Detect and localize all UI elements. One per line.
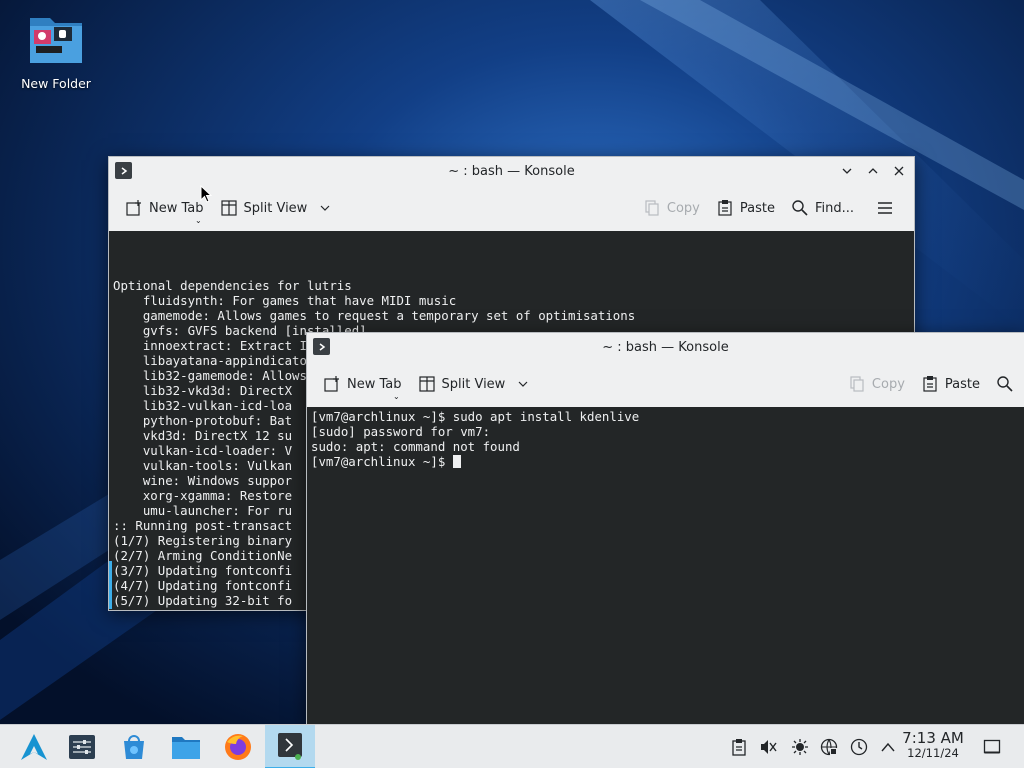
taskbar-app-konsole[interactable] (265, 725, 315, 768)
konsole-window-front[interactable]: ~ : bash — Konsole New Tab ⌄ Split View … (306, 332, 1024, 724)
firefox-icon (225, 734, 251, 760)
chevron-down-icon: ⌄ (393, 392, 400, 401)
terminal-cursor (452, 455, 461, 468)
dolphin-file-manager-icon (172, 737, 200, 759)
hamburger-menu-button[interactable] (870, 195, 900, 221)
chevron-down-icon: ⌄ (195, 216, 202, 225)
copy-icon (645, 200, 659, 216)
new-tab-label: New Tab (347, 376, 402, 392)
search-icon (792, 200, 808, 216)
paste-icon (923, 376, 937, 392)
close-button[interactable] (890, 162, 908, 180)
copy-button[interactable]: Copy (637, 195, 706, 221)
konsole-toolbar: New Tab ⌄ Split View Copy Paste (307, 361, 1024, 407)
show-desktop-icon (983, 739, 1001, 754)
tray-updates[interactable] (848, 737, 870, 757)
konsole-icon (115, 162, 132, 179)
split-view-label: Split View (441, 376, 506, 392)
paste-label: Paste (944, 376, 980, 392)
chevron-down-icon[interactable] (517, 378, 529, 390)
paste-button[interactable]: Paste (710, 195, 781, 221)
copy-button[interactable]: Copy (842, 371, 911, 397)
arch-linux-logo-icon (21, 734, 47, 760)
digital-clock[interactable]: 7:13 AM 12/11/24 (898, 731, 968, 761)
new-tab-button[interactable]: New Tab ⌄ (317, 371, 408, 401)
clipboard-icon (732, 739, 746, 756)
copy-label: Copy (666, 200, 700, 216)
tray-network[interactable] (818, 737, 840, 757)
konsole-toolbar: New Tab ⌄ Split View Copy Paste Find... (109, 185, 914, 231)
tray-expand[interactable] (877, 737, 899, 757)
split-view-button[interactable]: Split View (412, 371, 536, 397)
show-desktop-button[interactable] (981, 737, 1003, 757)
konsole-icon (278, 733, 302, 760)
split-view-button[interactable]: Split View (214, 195, 338, 221)
minimize-button[interactable] (838, 162, 856, 180)
terminal-prompt: [vm7@archlinux ~]$ (311, 454, 1020, 469)
tray-clipboard[interactable] (728, 737, 750, 757)
window-title: ~ : bash — Konsole (602, 339, 729, 355)
expand-tray-icon (881, 742, 895, 752)
volume-muted-icon (761, 740, 777, 754)
network-icon (820, 738, 838, 756)
taskbar-app-discover[interactable] (109, 725, 159, 768)
update-icon (850, 738, 868, 756)
paste-icon (718, 200, 732, 216)
taskbar-app-dolphin[interactable] (161, 725, 211, 768)
new-tab-icon (126, 200, 141, 216)
paste-label: Paste (739, 200, 775, 216)
discover-store-icon (124, 735, 144, 759)
mouse-pointer-icon (200, 185, 213, 203)
tray-volume[interactable] (757, 737, 779, 757)
paste-button[interactable]: Paste (915, 371, 986, 397)
maximize-button[interactable] (864, 162, 882, 180)
split-view-icon (220, 200, 237, 216)
application-launcher[interactable] (9, 725, 59, 768)
clock-time: 7:13 AM (902, 729, 964, 747)
hamburger-menu-icon (878, 202, 892, 214)
window-title: ~ : bash — Konsole (448, 163, 575, 179)
search-icon (997, 376, 1013, 392)
brightness-icon (792, 739, 808, 755)
copy-icon (850, 376, 864, 392)
desktop-icon-new-folder[interactable]: New Folder (16, 12, 96, 91)
clock-date: 12/11/24 (907, 746, 959, 760)
split-view-label: Split View (243, 200, 308, 216)
find-label: Find... (814, 200, 854, 216)
folder-icon (26, 12, 86, 68)
terminal-output[interactable]: [vm7@archlinux ~]$ sudo apt install kden… (307, 407, 1024, 724)
terminal-line: fluidsynth: For games that have MIDI mus… (113, 293, 457, 308)
copy-label: Copy (871, 376, 905, 392)
system-settings-icon (69, 735, 95, 759)
taskbar: 7:13 AM 12/11/24 (0, 724, 1024, 768)
terminal-line: sudo: apt: command not found (311, 439, 520, 454)
terminal-line: [vm7@archlinux ~]$ sudo apt install kden… (311, 409, 640, 424)
find-button[interactable]: Find... (785, 195, 860, 221)
terminal-line: [sudo] password for vm7: (311, 424, 491, 439)
window-titlebar[interactable]: ~ : bash — Konsole (307, 333, 1024, 361)
new-tab-icon (324, 376, 339, 392)
terminal-line: Optional dependencies for lutris (113, 278, 352, 293)
chevron-down-icon[interactable] (319, 202, 331, 214)
konsole-icon (313, 338, 330, 355)
terminal-line: gamemode: Allows games to request a temp… (113, 308, 636, 323)
window-titlebar[interactable]: ~ : bash — Konsole (109, 157, 914, 185)
scrollbar-marker (109, 561, 112, 609)
new-tab-button[interactable]: New Tab ⌄ (119, 195, 210, 225)
tray-brightness[interactable] (789, 737, 811, 757)
split-view-icon (418, 376, 435, 392)
taskbar-app-system-settings[interactable] (57, 725, 107, 768)
taskbar-app-firefox[interactable] (213, 725, 263, 768)
new-tab-label: New Tab (149, 200, 204, 216)
desktop-icon-label: New Folder (21, 76, 91, 91)
find-button[interactable] (990, 371, 1014, 397)
prompt-text: [vm7@archlinux ~]$ (311, 454, 453, 469)
